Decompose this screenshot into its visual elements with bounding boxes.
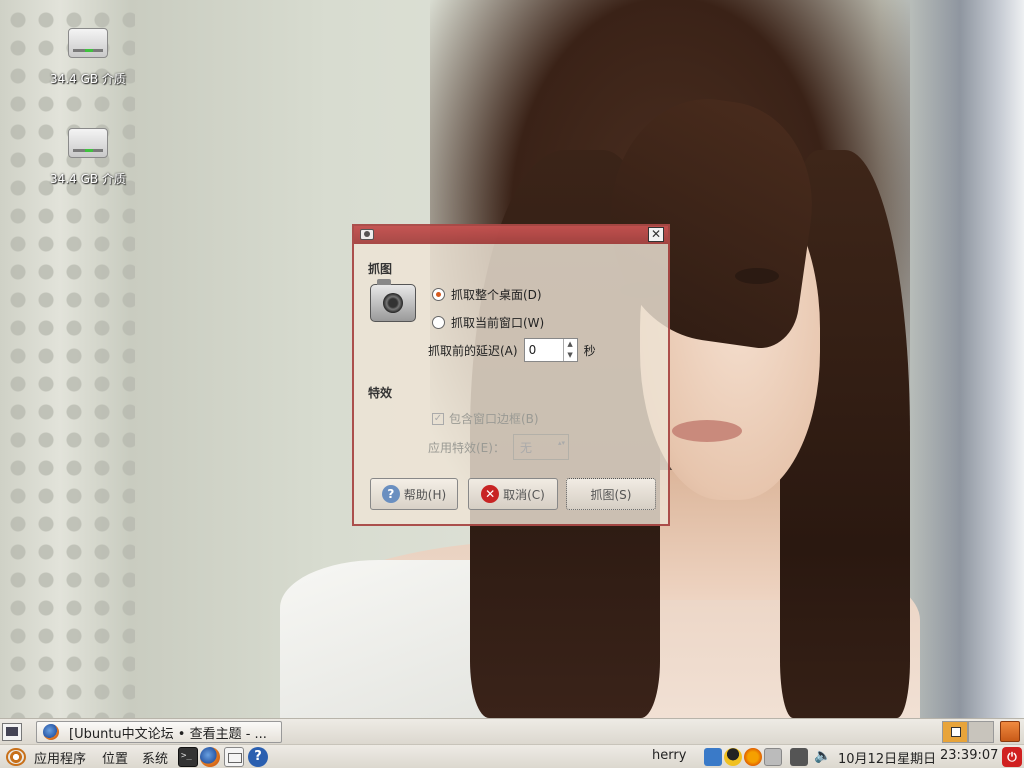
dialog-body: 抓图 抓取整个桌面(D) 抓取当前窗口(W) 抓取前的延迟(A) 0 ▲ ▼ 秒 … [354,244,668,524]
radio-desktop[interactable] [432,288,445,301]
workspace-1[interactable] [942,721,968,743]
drive-icon [68,28,108,58]
show-desktop-icon[interactable] [2,723,22,741]
section-capture-heading: 抓图 [368,262,393,276]
effect-combo[interactable]: 无 [512,434,569,460]
help-button[interactable]: ? 帮助(H) [370,478,458,510]
keyboard-tray-icon[interactable] [764,748,782,766]
dialog-titlebar[interactable]: ✕ [354,226,668,244]
spin-arrows[interactable]: ▲ ▼ [562,339,577,361]
apply-effect-label: 应用特效(E)： [428,440,505,455]
qq-tray-icon[interactable] [724,748,742,766]
wallpaper-dots [0,0,135,718]
desktop-drive-2[interactable]: 34.4 GB 介质 [38,128,138,187]
workspace-2[interactable] [968,721,994,743]
menu-places[interactable]: 位置 [102,748,128,767]
desktop-icon-label: 34.4 GB 介质 [50,172,126,186]
help-launcher-icon[interactable]: ? [248,747,268,767]
screenshot-dialog: ✕ 抓图 抓取整个桌面(D) 抓取当前窗口(W) 抓取前的延迟(A) 0 ▲ ▼ … [352,224,670,526]
camera-icon [360,229,374,240]
menu-applications[interactable]: 应用程序 [34,748,86,767]
desktop-drive-1[interactable]: 34.4 GB 介质 [38,28,138,87]
include-border-label: 包含窗口边框(B) [449,412,539,426]
camera-icon [370,279,416,322]
main-panel: 应用程序 位置 系统 ? herry 🔈 10月12日星期日 23:39:07 … [0,744,1024,768]
effect-value: 无 [519,440,532,455]
volume-icon[interactable]: 🔈 [814,748,832,766]
help-icon: ? [381,485,400,503]
trash-icon[interactable] [1000,721,1020,742]
capture-button-label: 抓图(S) [590,487,632,502]
mail-launcher-icon[interactable] [224,747,244,767]
radio-window[interactable] [432,316,445,329]
delay-row: 抓取前的延迟(A) 0 ▲ ▼ 秒 [428,338,596,362]
option-desktop-row[interactable]: 抓取整个桌面(D) [432,286,542,303]
update-tray-icon[interactable] [744,748,762,766]
delay-spinbutton[interactable]: 0 ▲ ▼ [523,338,578,362]
menu-system[interactable]: 系统 [142,748,168,767]
clock-date[interactable]: 10月12日星期日 [838,748,936,767]
taskbar-window-title: [Ubuntu中文论坛 • 查看主题 - ... [69,726,267,742]
terminal-launcher-icon[interactable] [178,747,198,767]
cancel-button-label: 取消(C) [503,487,545,502]
firefox-icon [43,724,59,740]
include-border-row[interactable]: ✓ 包含窗口边框(B) [432,410,539,427]
capture-button[interactable]: 抓图(S) [566,478,656,510]
drive-icon [68,128,108,158]
window-list-panel: [Ubuntu中文论坛 • 查看主题 - ... [0,718,1024,744]
firefox-launcher-icon[interactable] [200,747,220,767]
wallpaper-lips [672,420,742,442]
section-effects-heading: 特效 [368,386,393,400]
power-icon[interactable]: ⏻ [1002,747,1022,767]
taskbar-window-firefox[interactable]: [Ubuntu中文论坛 • 查看主题 - ... [36,721,282,743]
help-button-label: 帮助(H) [403,487,447,502]
ubuntu-logo-icon[interactable] [6,748,26,766]
wallpaper-eye [735,268,779,284]
cancel-button[interactable]: ✕ 取消(C) [468,478,558,510]
monitor-tray-icon[interactable] [790,748,808,766]
close-button[interactable]: ✕ [648,227,664,242]
option-window-row[interactable]: 抓取当前窗口(W) [432,314,544,331]
delay-label: 抓取前的延迟(A) [428,343,518,358]
option-desktop-label: 抓取整个桌面(D) [451,288,542,302]
option-window-label: 抓取当前窗口(W) [451,316,545,330]
include-border-checkbox[interactable]: ✓ [432,412,444,425]
delay-value[interactable]: 0 [525,339,563,361]
cancel-icon: ✕ [481,485,500,503]
username-label[interactable]: herry [652,748,686,763]
clock-time[interactable]: 23:39:07 [940,748,998,763]
delay-unit: 秒 [583,343,596,358]
desktop-icon-label: 34.4 GB 介质 [50,72,126,86]
network-tray-icon[interactable] [704,748,722,766]
effect-row: 应用特效(E)： 无 [428,434,569,460]
